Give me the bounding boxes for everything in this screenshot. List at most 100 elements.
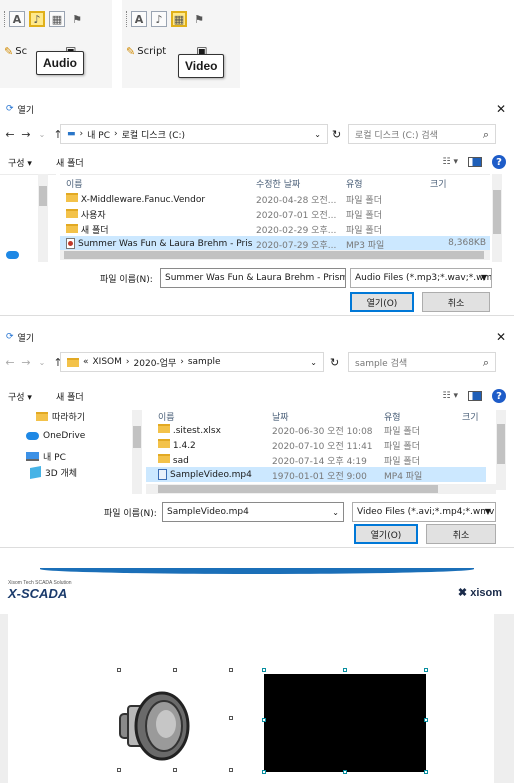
cloud-icon [6,251,19,259]
text-tool-icon[interactable]: A [131,11,147,27]
col-type[interactable]: 유형 [384,410,401,423]
help-icon[interactable]: ? [492,155,506,169]
resize-handle[interactable] [424,718,428,722]
view-options-icon[interactable]: ☷ ▾ [443,157,458,167]
file-type-select[interactable]: Audio Files (*.mp3;*.wav;*.wm ▼ [350,268,492,288]
audio-tool-icon[interactable]: ♪ [151,11,167,27]
file-row[interactable]: 새 폴더 2020-02-29 오후... 파일 폴더 [60,221,490,236]
breadcrumb-item[interactable]: 로컬 디스크 (C:) [122,128,185,141]
text-tool-icon[interactable]: A [9,11,25,27]
breadcrumb-item[interactable]: 내 PC [87,128,110,141]
col-modified[interactable]: 날짜 [272,410,289,423]
file-list-scrollbar[interactable] [492,174,502,262]
tree-item[interactable]: 따라하기 [0,408,140,424]
address-bar[interactable]: ▬ › 내 PC › 로컬 디스크 (C:) ⌄ [60,124,328,144]
open-button[interactable]: 열기(O) [350,292,414,312]
tree-item[interactable]: 내 PC [0,448,140,464]
col-name[interactable]: 이름 [66,177,83,190]
forward-arrow-icon[interactable]: → [20,128,32,141]
file-list-hscrollbar[interactable] [60,250,490,260]
resize-handle[interactable] [117,668,121,672]
file-row[interactable]: 사용자 2020-07-01 오전... 파일 폴더 [60,206,490,221]
back-arrow-icon[interactable]: ← [4,128,16,141]
cancel-button[interactable]: 취소 [422,292,490,312]
resize-handle[interactable] [424,770,428,774]
tree-item[interactable]: OneDrive [0,428,140,444]
x-scada-logo: Xisom Tech SCADA Solution X-SCADA [8,580,72,601]
address-dropdown-icon[interactable]: ⌄ [310,358,317,367]
breadcrumb-item[interactable]: XISOM [93,357,122,367]
breadcrumb-item[interactable]: sample [188,357,221,367]
filename-input[interactable]: Summer Was Fun & Laura Brehm - Prism [160,268,346,288]
search-icon: ⌕ [482,356,489,369]
resize-handle[interactable] [343,770,347,774]
address-bar[interactable]: « XISOM › 2020-업무 › sample ⌄ [60,352,324,372]
organize-button[interactable]: 구성 ▾ [8,390,32,403]
file-row[interactable]: .sitest.xlsx 2020-06-30 오전 10:08 파일 폴더 [146,424,486,437]
view-options-icon[interactable]: ☷ ▾ [443,391,458,401]
col-type[interactable]: 유형 [346,177,363,190]
search-input[interactable]: sample 검색 ⌕ [348,352,496,372]
speaker-icon[interactable] [118,690,194,762]
resize-handle[interactable] [229,716,233,720]
file-row-selected[interactable]: Summer Was Fun & Laura Brehm - Pris... 2… [60,236,490,251]
file-type-select[interactable]: Video Files (*.avi;*.mp4;*.wmv; ▼ [352,502,496,522]
recent-dropdown-icon[interactable]: ⌄ [36,358,48,367]
organize-button[interactable]: 구성 ▾ [8,156,32,169]
help-icon[interactable]: ? [492,389,506,403]
col-size[interactable]: 크기 [462,410,479,423]
col-name[interactable]: 이름 [158,410,175,423]
resize-handle[interactable] [173,768,177,772]
folder-icon [67,357,79,367]
recent-dropdown-icon[interactable]: ⌄ [36,130,48,139]
forward-arrow-icon[interactable]: → [20,356,32,369]
col-size[interactable]: 크기 [430,177,447,190]
file-row[interactable]: X-Middleware.Fanuc.Vendor 2020-04-28 오전.… [60,191,490,206]
close-icon[interactable]: ✕ [496,102,506,116]
resize-handle[interactable] [262,770,266,774]
tree-scrollbar[interactable] [38,174,48,262]
resize-handle[interactable] [117,768,121,772]
file-row[interactable]: 1.4.2 2020-07-10 오전 11:41 파일 폴더 [146,437,486,452]
file-list-scrollbar[interactable] [496,410,506,490]
file-list-hscrollbar[interactable] [146,484,496,494]
breadcrumb-item[interactable]: 2020-업무 [134,356,177,369]
open-button[interactable]: 열기(O) [354,524,418,544]
video-tool-icon[interactable]: ▦ [171,11,187,27]
chevron-down-icon[interactable]: ⌄ [332,508,339,517]
tree-scrollbar[interactable] [132,410,142,494]
resize-handle[interactable] [229,768,233,772]
address-dropdown-icon[interactable]: ⌄ [314,130,321,139]
video-tool-icon[interactable]: ▦ [49,11,65,27]
refresh-icon[interactable]: ↻ [330,356,339,369]
col-modified[interactable]: 수정한 날짜 [256,177,300,190]
back-arrow-icon[interactable]: ← [4,356,16,369]
script-button[interactable]: ✎ Script [126,45,166,58]
resize-handle[interactable] [262,668,266,672]
new-folder-button[interactable]: 새 폴더 [56,390,84,403]
resize-handle[interactable] [424,668,428,672]
file-row-selected[interactable]: SampleVideo.mp4 1970-01-01 오전 9:00 MP4 파… [146,467,486,482]
flag-tool-icon[interactable]: ⚑ [69,11,85,27]
resize-handle[interactable] [262,718,266,722]
flag-tool-icon[interactable]: ⚑ [191,11,207,27]
audio-tool-icon[interactable]: ♪ [29,11,45,27]
file-list: 이름 날짜 유형 크기 .sitest.xlsx 2020-06-30 오전 1… [146,408,486,490]
pc-icon [26,451,39,461]
preview-pane-icon[interactable] [468,391,482,401]
resize-handle[interactable] [229,668,233,672]
script-button[interactable]: ✎ Sc [4,45,27,58]
file-row[interactable]: sad 2020-07-14 오후 4:19 파일 폴더 [146,452,486,467]
resize-handle[interactable] [173,668,177,672]
refresh-icon[interactable]: ↻ [332,128,341,141]
new-folder-button[interactable]: 새 폴더 [56,156,84,169]
cancel-button[interactable]: 취소 [426,524,496,544]
resize-handle[interactable] [343,668,347,672]
search-input[interactable]: 로컬 디스크 (C:) 검색 ⌕ [348,124,496,144]
preview-pane-icon[interactable] [468,157,482,167]
video-player-object[interactable] [264,674,426,772]
filename-input[interactable]: SampleVideo.mp4 ⌄ [162,502,344,522]
tree-item[interactable]: 3D 개체 [0,464,140,480]
search-icon: ⌕ [482,128,489,141]
close-icon[interactable]: ✕ [496,330,506,344]
